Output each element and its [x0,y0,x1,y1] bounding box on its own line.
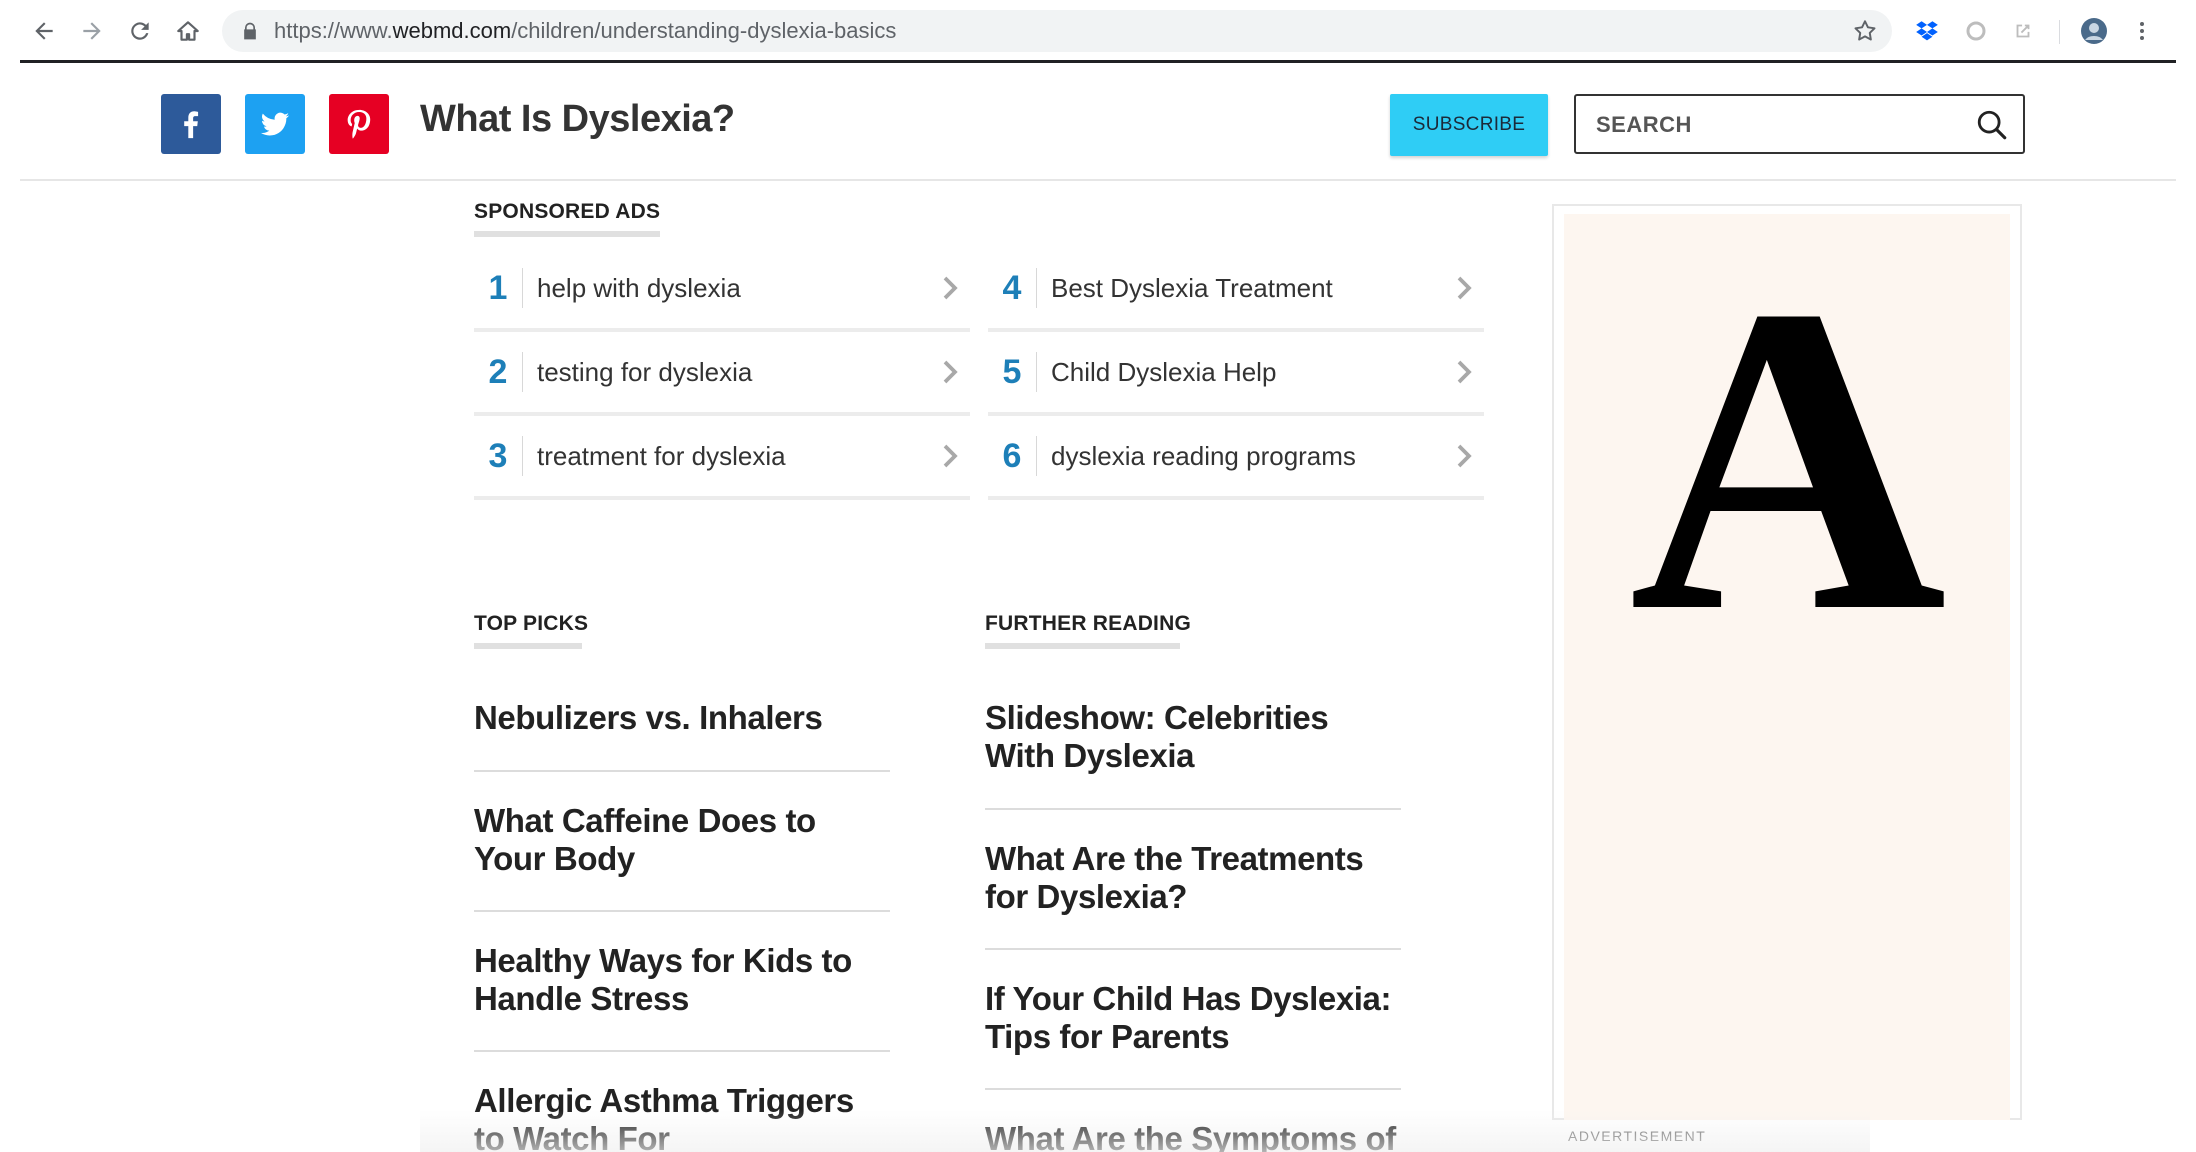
reload-icon [131,22,149,40]
ad-number: 4 [1002,268,1022,307]
ad-label: treatment for dyslexia [537,440,786,471]
lock-icon [244,22,256,40]
twitter-share-button[interactable] [245,94,305,154]
top-picks-heading: TOP PICKS [474,612,589,635]
top-pick-link-2[interactable]: What Caffeine Does to Your Body [474,802,890,878]
further-reading-heading: FURTHER READING [985,612,1191,635]
article-divider [474,1050,890,1052]
home-icon [177,21,199,41]
circle-extension-button[interactable] [1962,17,1990,45]
share-extension-button[interactable] [2009,17,2037,45]
ad-label: dyslexia reading programs [1051,440,1356,471]
advertisement-panel[interactable]: A [1552,204,2022,1120]
search-input[interactable] [1596,110,1956,140]
chevron-right-icon [930,268,970,308]
further-reading-link-2[interactable]: What Are the Treatments for Dyslexia? [985,840,1401,916]
chrome-menu-button[interactable] [2128,17,2156,45]
search-box[interactable] [1574,94,2025,154]
sponsored-ads-heading: SPONSORED ADS [474,200,661,223]
ad-label: testing for dyslexia [537,356,753,387]
sponsored-ad-link-2[interactable]: 2 testing for dyslexia [474,332,970,416]
arrow-right-icon [83,22,101,40]
further-reading-link-3[interactable]: If Your Child Has Dyslexia: Tips for Par… [985,980,1401,1056]
dropbox-icon [1916,21,1938,41]
page-title: What Is Dyslexia? [420,98,735,140]
top-pick-link-4[interactable]: Allergic Asthma Triggers to Watch For [474,1082,890,1152]
avatar-icon [2081,18,2107,44]
pinterest-icon [347,109,371,139]
reload-button[interactable] [122,13,158,49]
twitter-icon [260,112,290,136]
ad-separator [522,352,523,392]
facebook-icon [184,111,199,139]
back-button[interactable] [26,13,62,49]
toolbar-separator [2059,20,2060,44]
chevron-right-icon [1444,268,1484,308]
article-divider [474,910,890,912]
sponsored-ad-link-1[interactable]: 1 help with dyslexia [474,248,970,332]
url-text: https://www.webmd.com/children/understan… [274,18,897,43]
article-divider [985,1088,1401,1090]
star-icon[interactable] [1852,18,1878,44]
sponsored-ad-link-3[interactable]: 3 treatment for dyslexia [474,416,970,500]
chevron-right-icon [1444,436,1484,476]
subscribe-button[interactable]: SUBSCRIBE [1390,94,1548,156]
article-divider [985,948,1401,950]
ad-separator [1036,352,1037,392]
ad-label: help with dyslexia [537,272,741,303]
circle-icon [1966,21,1986,41]
dropbox-extension-button[interactable] [1913,17,1941,45]
ad-label: Child Dyslexia Help [1051,356,1277,387]
search-icon[interactable] [1975,108,2009,142]
sponsored-ad-link-4[interactable]: 4 Best Dyslexia Treatment [988,248,1484,332]
ad-separator [1036,268,1037,308]
profile-avatar-button[interactable] [2080,17,2108,45]
home-button[interactable] [170,13,206,49]
top-pick-link-1[interactable]: Nebulizers vs. Inhalers [474,699,890,737]
ad-separator [522,436,523,476]
ad-separator [522,268,523,308]
chevron-right-icon [930,352,970,392]
facebook-share-button[interactable] [161,94,221,154]
external-link-icon [2016,24,2030,38]
chevron-right-icon [1444,352,1484,392]
ad-separator [1036,436,1037,476]
address-bar[interactable]: https://www.webmd.com/children/understan… [222,10,1892,52]
ad-letter-logo: A [1629,216,1947,703]
sponsored-ad-link-5[interactable]: 5 Child Dyslexia Help [988,332,1484,416]
heading-underline [474,231,660,237]
advertisement-creative[interactable]: A [1564,214,2010,1120]
ad-number: 2 [488,352,508,391]
ad-number: 1 [488,268,508,307]
heading-underline [985,643,1180,649]
browser-toolbar: https://www.webmd.com/children/understan… [0,0,2196,62]
further-reading-link-4[interactable]: What Are the Symptoms of Dyslexia? [985,1120,1401,1152]
heading-underline [474,643,582,649]
arrow-left-icon [35,22,53,40]
ad-number: 6 [1002,436,1022,475]
ad-number: 3 [488,436,508,475]
article-divider [474,770,890,772]
more-vertical-icon [2140,22,2144,40]
top-pick-link-3[interactable]: Healthy Ways for Kids to Handle Stress [474,942,890,1018]
article-divider [985,808,1401,810]
forward-button[interactable] [74,13,110,49]
ad-label: Best Dyslexia Treatment [1051,272,1333,303]
chevron-right-icon [930,436,970,476]
further-reading-link-1[interactable]: Slideshow: Celebrities With Dyslexia [985,699,1401,775]
ad-number: 5 [1002,352,1022,391]
sponsored-ad-link-6[interactable]: 6 dyslexia reading programs [988,416,1484,500]
advertisement-caption: ADVERTISEMENT [1568,1128,1707,1144]
pinterest-share-button[interactable] [329,94,389,154]
site-header: What Is Dyslexia? SUBSCRIBE [20,63,2176,181]
